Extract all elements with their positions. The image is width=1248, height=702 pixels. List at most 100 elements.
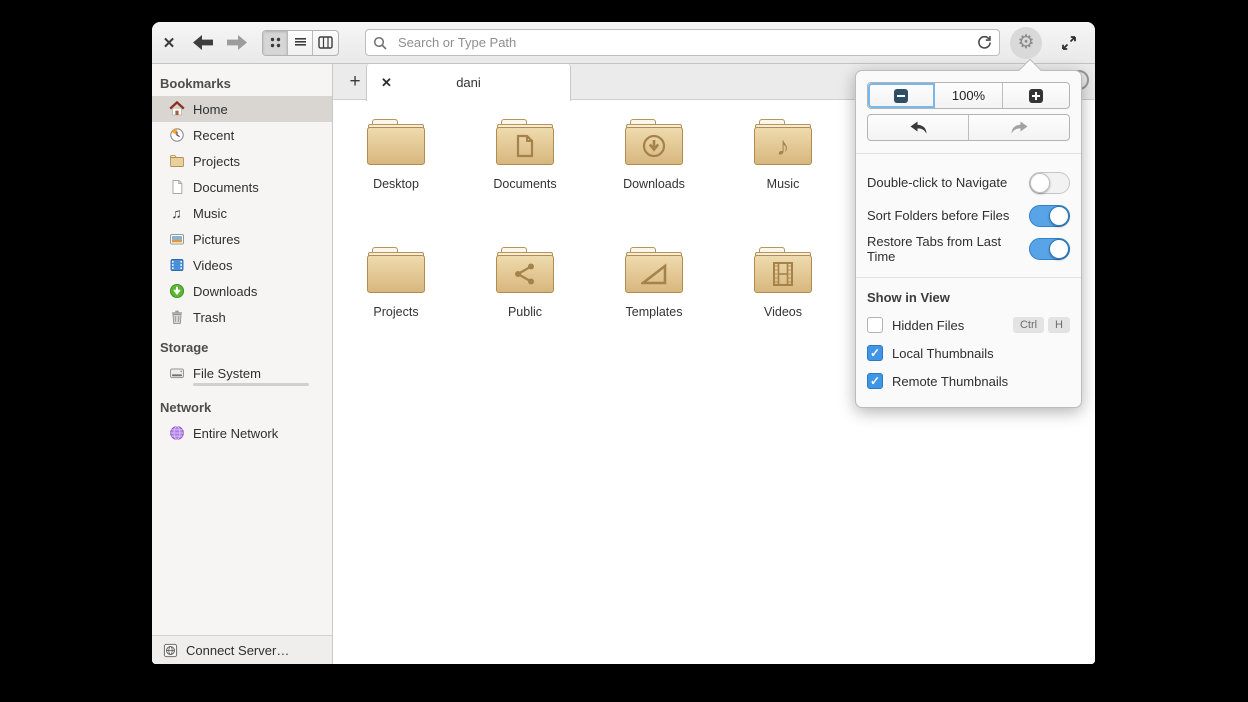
folder-icon	[754, 247, 812, 293]
forward-arrow-icon	[227, 35, 247, 50]
double-click-toggle[interactable]	[1029, 171, 1070, 194]
sidebar-item-trash[interactable]: Trash	[152, 304, 332, 330]
sidebar-item-recent[interactable]: Recent	[152, 122, 332, 148]
sidebar-item-file-system[interactable]: File System	[152, 360, 332, 386]
option-remote-thumbnails[interactable]: ✓ Remote Thumbnails	[867, 367, 1070, 395]
redo-button[interactable]	[969, 115, 1069, 140]
option-local-thumbnails[interactable]: ✓ Local Thumbnails	[867, 339, 1070, 367]
network-icon	[168, 425, 185, 442]
folder-label: Projects	[373, 305, 419, 319]
hidden-files-checkbox[interactable]	[867, 317, 883, 333]
search-input[interactable]	[394, 35, 969, 50]
option-hidden-files[interactable]: Hidden Files Ctrl H	[867, 311, 1070, 339]
sidebar-item-label: Videos	[193, 257, 233, 273]
film-strip-glyph-icon	[773, 262, 793, 286]
fullscreen-button[interactable]	[1054, 28, 1084, 58]
tab-title: dani	[456, 75, 481, 90]
sidebar-item-documents[interactable]: Documents	[152, 174, 332, 200]
local-thumbnails-checkbox[interactable]: ✓	[867, 345, 883, 361]
disk-usage-bar	[193, 382, 309, 386]
music-icon: ♫	[171, 205, 182, 221]
sidebar-item-home[interactable]: Home	[152, 96, 332, 122]
zoom-in-icon	[1028, 88, 1043, 103]
downloads-icon	[168, 283, 185, 300]
triangle-ruler-glyph-icon	[641, 263, 667, 285]
tab-close-icon[interactable]: ✕	[381, 75, 392, 91]
sidebar-item-pictures[interactable]: Pictures	[152, 226, 332, 252]
videos-icon	[168, 257, 185, 274]
gear-icon: ⚙	[1017, 32, 1035, 53]
column-view-button[interactable]	[313, 31, 338, 55]
sidebar-item-projects[interactable]: Projects	[152, 148, 332, 174]
option-double-click[interactable]: Double-click to Navigate	[867, 166, 1070, 199]
pictures-icon	[168, 231, 185, 248]
folder-tile-projects[interactable]: Projects	[344, 247, 448, 319]
back-arrow-icon	[193, 35, 213, 50]
sidebar-item-label: Pictures	[193, 231, 240, 247]
folder-tile-desktop[interactable]: Desktop	[344, 119, 448, 191]
view-switcher	[262, 29, 339, 56]
new-tab-button[interactable]: +	[341, 68, 369, 96]
connect-server-button[interactable]: Connect Server…	[152, 635, 332, 664]
zoom-out-button[interactable]	[868, 83, 936, 108]
sidebar-item-label: File System	[193, 365, 261, 381]
sidebar-item-music[interactable]: ♫ Music	[152, 200, 332, 226]
show-in-view-title: Show in View	[867, 290, 950, 305]
separator	[856, 153, 1081, 154]
connect-server-icon	[162, 642, 179, 659]
grid-view-button[interactable]	[263, 30, 288, 55]
folder-label: Templates	[625, 305, 683, 319]
window-close-button[interactable]: ✕	[152, 34, 186, 52]
folder-tile-music[interactable]: ♪ Music	[731, 119, 835, 191]
folder-tile-templates[interactable]: Templates	[602, 247, 706, 319]
folder-tile-public[interactable]: Public	[473, 247, 577, 319]
sort-folders-toggle[interactable]	[1029, 204, 1070, 227]
folder-icon	[625, 119, 683, 165]
folder-icon	[367, 119, 425, 165]
restore-tabs-toggle[interactable]	[1029, 237, 1070, 260]
zoom-control: 100%	[867, 82, 1070, 109]
folder-label: Videos	[764, 305, 802, 319]
back-button[interactable]	[186, 29, 220, 57]
folder-tile-videos[interactable]: Videos	[731, 247, 835, 319]
sidebar: Bookmarks Home Recent Projects Documents…	[152, 64, 333, 664]
folder-tile-downloads[interactable]: Downloads	[602, 119, 706, 191]
sidebar-item-label: Home	[193, 101, 228, 117]
option-sort-folders[interactable]: Sort Folders before Files	[867, 199, 1070, 232]
option-label: Hidden Files	[892, 317, 965, 333]
list-view-icon	[294, 38, 306, 46]
sidebar-item-entire-network[interactable]: Entire Network	[152, 420, 332, 446]
folder-label: Music	[766, 177, 800, 191]
folder-tile-documents[interactable]: Documents	[473, 119, 577, 191]
folder-icon	[625, 247, 683, 293]
option-restore-tabs[interactable]: Restore Tabs from Last Time	[867, 232, 1070, 265]
option-label: Sort Folders before Files	[867, 208, 1010, 223]
settings-menu-button[interactable]: ⚙	[1010, 26, 1042, 59]
kbd-ctrl: Ctrl	[1012, 317, 1045, 333]
sidebar-scroll: Bookmarks Home Recent Projects Documents…	[152, 64, 332, 635]
zoom-in-button[interactable]	[1003, 83, 1069, 108]
list-view-button[interactable]	[288, 30, 313, 55]
zoom-out-icon	[894, 88, 909, 103]
refresh-button[interactable]	[969, 35, 999, 50]
folder-icon	[496, 247, 554, 293]
document-glyph-icon	[516, 134, 534, 158]
sidebar-item-downloads[interactable]: Downloads	[152, 278, 332, 304]
zoom-level-label: 100%	[951, 88, 986, 103]
sidebar-item-videos[interactable]: Videos	[152, 252, 332, 278]
remote-thumbnails-checkbox[interactable]: ✓	[867, 373, 883, 389]
path-search-field[interactable]	[365, 29, 1000, 56]
forward-button[interactable]	[220, 29, 254, 57]
redo-arrow-icon	[1011, 121, 1027, 134]
undo-button[interactable]	[868, 115, 969, 140]
zoom-level-button[interactable]: 100%	[935, 83, 1003, 108]
folder-icon: ♪	[754, 119, 812, 165]
download-glyph-icon	[642, 134, 666, 158]
file-manager-window: ✕ Search or Type Path ⚙ Bookmarks Home R…	[152, 22, 1095, 664]
tab-dani[interactable]: ✕ dani	[366, 64, 571, 101]
sidebar-item-label: Documents	[193, 179, 259, 195]
folder-label: Desktop	[373, 177, 419, 191]
folder-label: Downloads	[623, 177, 685, 191]
sidebar-item-label: Music	[193, 205, 227, 221]
option-label: Restore Tabs from Last Time	[867, 233, 1002, 264]
